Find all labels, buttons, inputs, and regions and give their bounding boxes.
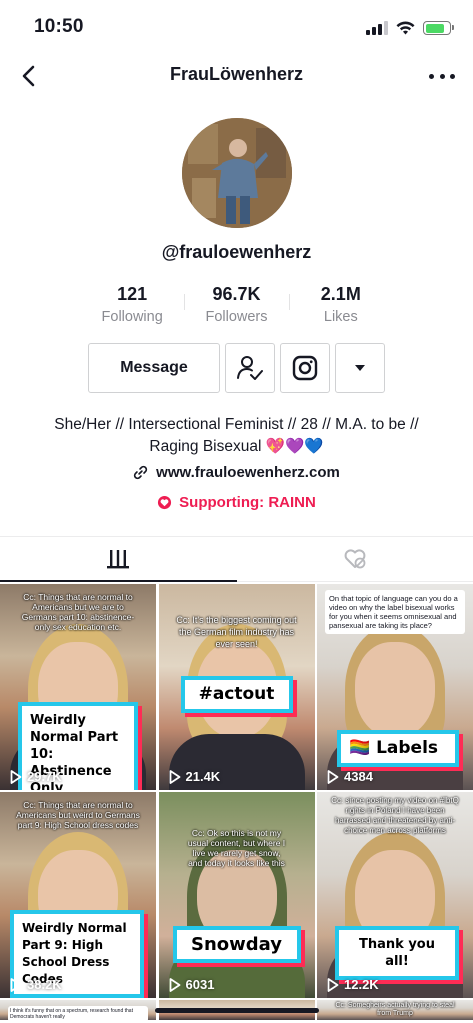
bio-line: Raging Bisexual 💖💜💙	[149, 438, 324, 455]
video-grid: Cc: Things that are normal to Americans …	[0, 584, 473, 1020]
link-icon	[134, 465, 148, 480]
video-thumbnail[interactable]: Cc: Things that are normal to Americans …	[0, 792, 156, 998]
view-count: 21.4K	[169, 769, 221, 784]
stat-followers[interactable]: 96.7K Followers	[184, 284, 288, 328]
liked-videos-hidden-icon	[344, 549, 366, 569]
caret-down-icon	[355, 365, 365, 371]
video-caption: Cc: since posting my video on #lbtQ righ…	[331, 796, 459, 835]
charity-heart-icon	[158, 495, 172, 510]
video-caption: I think it's funny that on a spectrum, r…	[8, 1006, 148, 1020]
play-icon	[10, 977, 22, 992]
profile-link[interactable]: www.frauloewenherz.com	[0, 464, 473, 481]
video-sticker: Snowday	[172, 926, 301, 963]
user-check-icon	[237, 356, 263, 380]
view-count: 29.7K	[10, 769, 62, 784]
profile-handle: @frauloewenherz	[161, 242, 312, 262]
wifi-icon	[396, 21, 415, 35]
link-text: www.frauloewenherz.com	[156, 464, 340, 481]
video-caption: Cc: Things that are normal to Americans …	[21, 592, 135, 632]
play-icon	[169, 769, 180, 784]
view-count: 38.2K	[10, 977, 62, 992]
profile-actions: Message	[88, 343, 385, 393]
signal-icon	[366, 21, 388, 35]
video-thumbnail[interactable]: Cc: Somegheirs actually trying to steal …	[317, 1000, 473, 1020]
stat-label: Likes	[323, 309, 358, 325]
battery-charging-icon	[423, 21, 454, 35]
stat-value: 121	[117, 284, 148, 304]
stat-value: 96.7K	[212, 284, 261, 304]
status-time: 10:50	[34, 16, 84, 37]
tab-videos[interactable]	[0, 537, 237, 582]
status-icons	[366, 18, 454, 38]
following-status-button[interactable]	[225, 343, 275, 393]
play-icon	[327, 977, 339, 992]
avatar-image	[182, 118, 292, 228]
message-button[interactable]: Message	[88, 343, 220, 393]
home-indicator[interactable]	[155, 1008, 319, 1013]
video-caption: Cc: Somegheirs actually trying to steal …	[335, 1002, 455, 1017]
status-bar: 10:50	[0, 0, 473, 56]
video-sticker: Thank you all!	[335, 926, 459, 980]
tab-liked[interactable]	[237, 537, 473, 581]
video-sticker: #actout	[180, 676, 293, 713]
video-thumbnail[interactable]: Cc: Ok so this is not my usual content, …	[158, 792, 315, 998]
profile-stats: 121 Following 96.7K Followers 2.1M Likes	[80, 284, 393, 328]
view-count: 12.2K	[327, 977, 379, 992]
video-caption: Cc: Ok so this is not my usual content, …	[187, 828, 286, 868]
view-count: 6031	[169, 977, 215, 992]
bio-line: She/Her // Intersectional Feminist // 28…	[54, 416, 419, 433]
profile-bio: She/Her // Intersectional Feminist // 28…	[20, 414, 453, 458]
view-count-text: 4384	[344, 769, 373, 784]
instagram-icon	[292, 355, 318, 381]
video-thumbnail[interactable]: Cc: since posting my video on #lbtQ righ…	[317, 792, 473, 998]
stat-value: 2.1M	[320, 284, 361, 304]
more-options-button[interactable]	[429, 64, 455, 88]
view-count-text: 12.2K	[344, 977, 379, 992]
more-dots-icon	[429, 73, 434, 79]
video-caption: Cc: It's the biggest coming out the Germ…	[176, 615, 297, 649]
nav-bar: FrauLöwenherz	[0, 56, 473, 96]
profile-title: FrauLöwenherz	[169, 64, 303, 84]
stat-label: Followers	[205, 309, 268, 325]
video-caption: Cc: Things that are normal to Americans …	[16, 800, 140, 830]
view-count-text: 6031	[185, 977, 215, 992]
play-icon	[10, 769, 22, 784]
play-icon	[327, 769, 339, 784]
stat-likes: 2.1M Likes	[288, 284, 393, 328]
stat-label: Following	[101, 309, 163, 325]
video-thumbnail[interactable]: On that topic of language can you do a v…	[317, 584, 473, 790]
video-thumbnail[interactable]: Cc: It's the biggest coming out the Germ…	[158, 584, 315, 790]
video-caption: On that topic of language can you do a v…	[325, 590, 465, 634]
supporting-charity[interactable]: Supporting: RAINN	[0, 494, 473, 511]
view-count-text: 21.4K	[185, 769, 221, 784]
instagram-button[interactable]	[280, 343, 330, 393]
view-count-text: 38.2K	[27, 977, 62, 992]
video-sticker: 🏳️‍🌈 Labels	[337, 730, 459, 767]
video-thumbnail[interactable]: Cc: Things that are normal to Americans …	[0, 584, 156, 790]
play-icon	[169, 977, 180, 992]
supporting-text: Supporting: RAINN	[179, 494, 316, 511]
avatar[interactable]	[182, 118, 292, 228]
view-count-text: 29.7K	[27, 769, 62, 784]
profile-tabs	[0, 536, 473, 582]
view-count: 4384	[327, 769, 373, 784]
grid-icon	[107, 550, 130, 569]
stat-following[interactable]: 121 Following	[80, 284, 184, 328]
suggested-accounts-button[interactable]	[335, 343, 385, 393]
video-thumbnail[interactable]: I think it's funny that on a spectrum, r…	[0, 1000, 156, 1020]
